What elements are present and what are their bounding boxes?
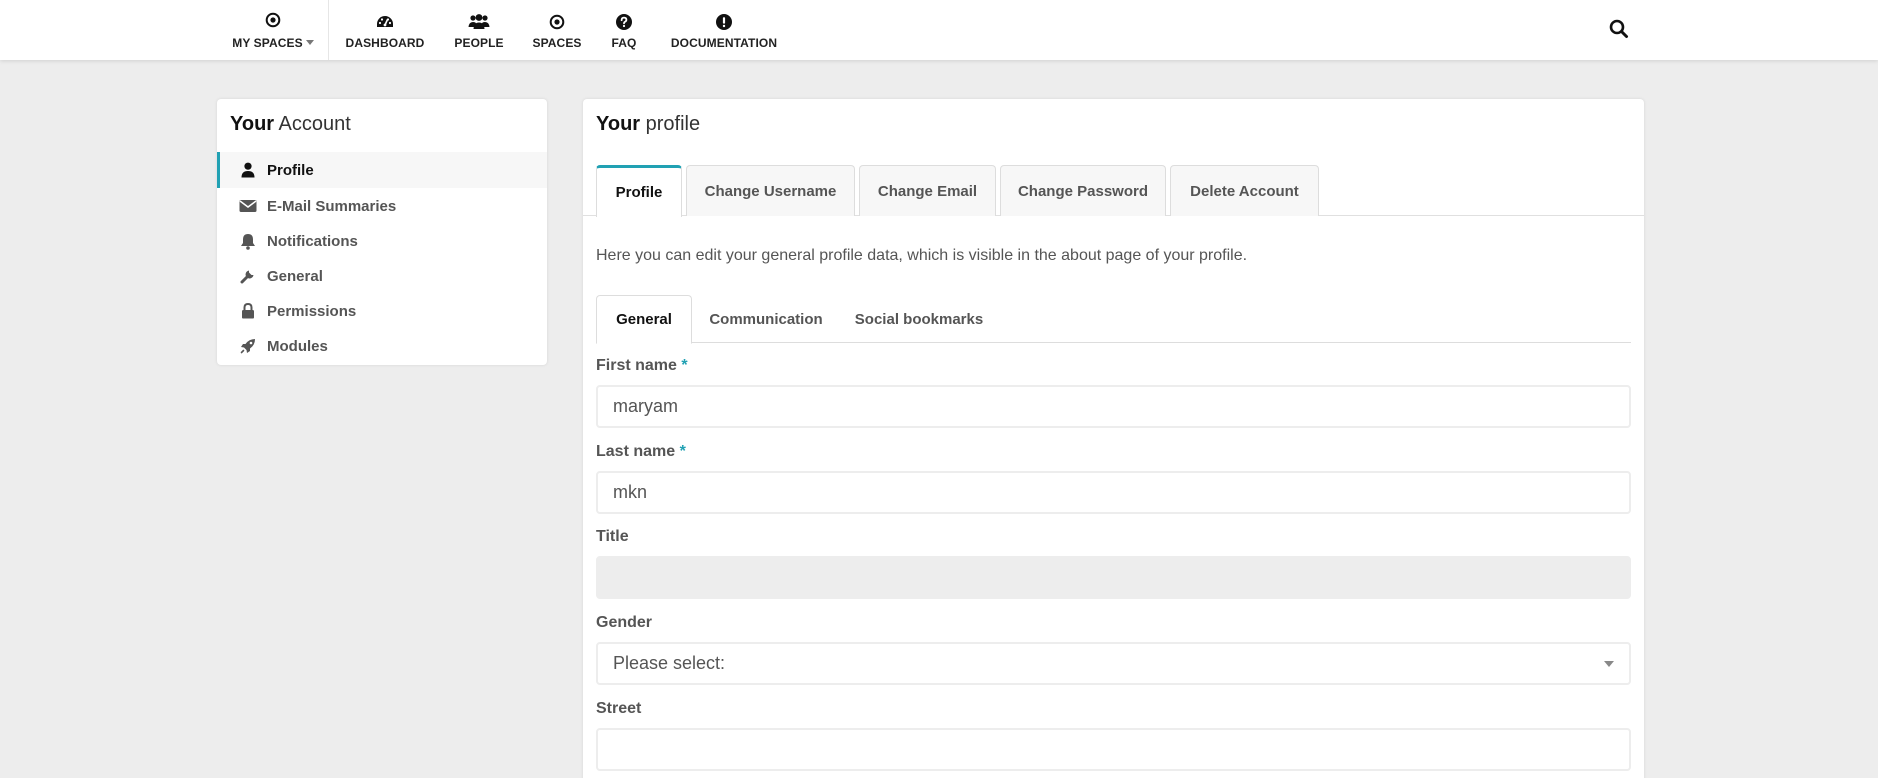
chevron-down-icon [1604,660,1614,667]
first-name-label: First name * [596,357,688,375]
menu-item-modules-label: Modules [267,337,328,355]
profile-intro-text: Here you can edit your general profile d… [596,247,1248,264]
menu-item-permissions-label: Permissions [267,302,357,320]
street-label: Street [596,700,642,717]
menu-item-modules[interactable]: Modules [217,328,547,364]
profile-title-bold: Your [596,113,641,135]
title-label: Title [596,528,629,545]
search-button[interactable] [1606,16,1632,42]
nav-faq-label: FAQ [611,35,637,50]
account-title-bold: Your [230,113,275,135]
tab-delete-account-label: Delete Account [1190,182,1299,200]
tab-change-username[interactable]: Change Username [686,165,855,216]
title-field[interactable] [596,556,1631,599]
account-panel-title: Your Account [230,113,351,136]
nav-spaces-label: SPACES [532,35,582,50]
chevron-down-icon [305,39,314,45]
nav-people-label: PEOPLE [454,35,504,50]
user-icon [238,161,258,179]
account-title-rest: Account [274,113,351,135]
subtab-general-label: General [616,311,672,328]
nav-spaces[interactable]: SPACES [526,0,588,60]
nav-dashboard[interactable]: DASHBOARD [340,0,430,60]
first-name-value: maryam [613,396,679,416]
tab-change-email-label: Change Email [877,182,978,200]
menu-item-email-summaries[interactable]: E-Mail Summaries [217,188,547,224]
last-name-label: Last name * [596,443,686,461]
subtab-communication-label: Communication [709,310,823,328]
dashboard-icon [375,11,395,33]
tab-change-email[interactable]: Change Email [859,165,996,216]
top-navigation-bar: MY SPACES DASHBOARD PEOPLE SPACES FAQ DO… [0,0,1878,60]
last-name-label-text: Last name [596,443,676,460]
tab-profile-label: Profile [615,184,663,201]
nav-my-spaces-label: MY SPACES [232,35,303,50]
dot-circle-icon [265,9,281,31]
wrench-icon [238,267,258,285]
tab-profile[interactable]: Profile [596,165,682,217]
menu-item-notifications-label: Notifications [267,232,358,250]
tab-delete-account[interactable]: Delete Account [1170,165,1319,216]
tab-change-password-label: Change Password [1017,182,1149,200]
menu-item-general[interactable]: General [217,258,547,294]
menu-item-permissions[interactable]: Permissions [217,293,547,329]
rocket-icon [238,337,258,355]
menu-item-email-summaries-label: E-Mail Summaries [267,197,397,215]
tab-change-username-label: Change Username [704,182,837,200]
exclamation-circle-icon [716,11,732,33]
bell-icon [238,232,258,250]
subtab-communication[interactable]: Communication [696,295,836,343]
gender-label: Gender [596,614,653,631]
street-field[interactable] [596,728,1631,771]
first-name-field[interactable]: maryam [596,385,1631,428]
question-circle-icon [616,11,632,33]
dot-circle-icon [549,11,565,33]
nav-dashboard-label: DASHBOARD [345,35,425,50]
nav-faq[interactable]: FAQ [604,0,644,60]
lock-icon [238,302,258,320]
menu-item-profile[interactable]: Profile [217,152,547,188]
profile-panel-title: Your profile [596,113,700,136]
tab-change-password[interactable]: Change Password [1000,165,1166,216]
last-name-field[interactable]: mkn [596,471,1631,514]
profile-panel: Your profile Profile Change Username Cha… [583,99,1644,778]
account-menu-panel: Your Account Profile E-Mail Summaries No… [217,99,547,365]
first-name-label-text: First name [596,357,677,374]
profile-title-rest: profile [640,113,701,135]
nav-people[interactable]: PEOPLE [446,0,512,60]
menu-item-notifications[interactable]: Notifications [217,223,547,259]
search-icon [1606,19,1632,46]
subtab-social-bookmarks[interactable]: Social bookmarks [841,295,997,343]
required-marker: * [679,443,686,460]
users-icon [468,11,490,33]
nav-divider [328,0,329,60]
gender-select[interactable]: Please select: [596,642,1631,685]
nav-documentation[interactable]: DOCUMENTATION [662,0,786,60]
envelope-icon [238,197,258,215]
menu-item-profile-label: Profile [267,161,314,179]
gender-selected-value: Please select: [613,653,726,673]
subtab-general[interactable]: General [596,295,692,344]
subtab-social-bookmarks-label: Social bookmarks [854,310,984,328]
last-name-value: mkn [613,482,648,502]
nav-documentation-label: DOCUMENTATION [670,35,778,50]
required-marker: * [681,357,688,374]
nav-my-spaces[interactable]: MY SPACES [230,0,316,60]
menu-item-general-label: General [267,267,323,285]
